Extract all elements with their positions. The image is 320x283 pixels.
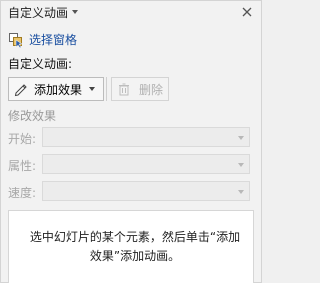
toolbar-divider bbox=[106, 77, 107, 101]
start-label: 开始: bbox=[8, 132, 37, 146]
add-effect-dropdown-icon bbox=[89, 87, 96, 91]
custom-animation-label: 自定义动画: bbox=[8, 57, 73, 71]
property-select[interactable] bbox=[42, 154, 250, 174]
close-pane-button[interactable] bbox=[239, 4, 255, 20]
close-icon bbox=[242, 7, 252, 17]
speed-label: 速度: bbox=[8, 186, 37, 200]
pane-titlebar: 自定义动画 bbox=[1, 1, 261, 23]
property-label: 属性: bbox=[8, 159, 37, 173]
add-effect-button[interactable]: 添加效果 bbox=[8, 77, 104, 101]
pane-menu-caret-icon[interactable] bbox=[72, 10, 79, 14]
custom-animation-pane: 自定义动画 选择窗格 自定义动画: 添加效果 删除 修改效果 开始: 属性: 速… bbox=[0, 0, 262, 283]
chevron-down-icon bbox=[238, 163, 244, 167]
delete-label: 删除 bbox=[139, 82, 164, 97]
select-pane-label: 选择窗格 bbox=[29, 33, 78, 47]
chevron-down-icon bbox=[238, 190, 244, 194]
delete-button[interactable]: 删除 bbox=[111, 77, 169, 101]
start-select[interactable] bbox=[42, 127, 250, 147]
animation-list[interactable]: 选中幻灯片的某个元素，然后单击“添加效果”添加动画。 bbox=[8, 210, 254, 283]
add-effect-label: 添加效果 bbox=[34, 82, 83, 97]
select-pane-link[interactable]: 选择窗格 bbox=[8, 31, 77, 48]
selection-pane-icon bbox=[9, 32, 23, 48]
modify-effect-title: 修改效果 bbox=[8, 109, 57, 123]
pane-title: 自定义动画 bbox=[8, 5, 69, 20]
trash-icon bbox=[119, 83, 129, 96]
chevron-down-icon bbox=[238, 136, 244, 140]
pencil-icon bbox=[14, 84, 27, 97]
speed-select[interactable] bbox=[42, 181, 250, 201]
animation-list-hint: 选中幻灯片的某个元素，然后单击“添加效果”添加动画。 bbox=[29, 230, 241, 263]
